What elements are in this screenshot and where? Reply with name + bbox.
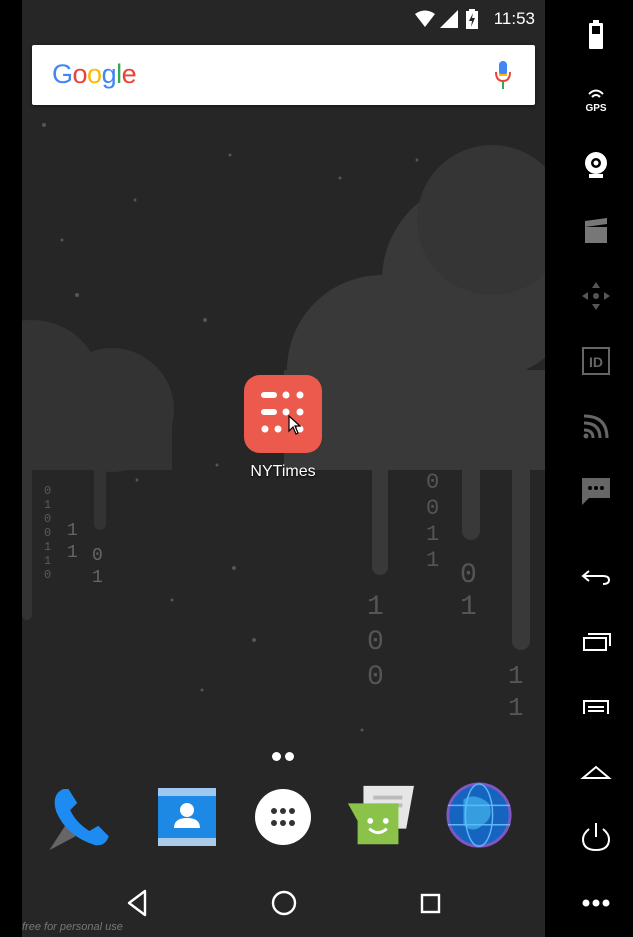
webcam-icon[interactable] <box>579 148 613 182</box>
home-icon[interactable] <box>579 756 613 790</box>
gps-label: GPS <box>585 103 606 114</box>
cast-icon[interactable] <box>579 408 613 442</box>
clapperboard-icon[interactable] <box>579 214 613 248</box>
nytimes-glyph-icon <box>261 391 304 433</box>
recents-icon[interactable] <box>579 624 613 658</box>
status-bar: 11:53 <box>22 0 545 38</box>
app-label: NYTimes <box>250 463 316 480</box>
logo-letter: g <box>101 59 117 89</box>
wallpaper-binary-column: 0 0 1 1 <box>426 470 440 573</box>
mouse-cursor-icon <box>288 415 302 435</box>
gps-icon[interactable]: GPS <box>579 84 613 118</box>
id-label: ID <box>589 354 603 370</box>
power-icon[interactable] <box>579 820 613 854</box>
id-icon[interactable]: ID <box>579 344 613 378</box>
device-screen: 0 1 0 0 1 1 0 1 1 0 1 1 0 0 0 0 1 1 0 1 … <box>22 0 545 937</box>
phone-icon[interactable] <box>44 782 114 852</box>
menu-icon[interactable] <box>579 690 613 724</box>
page-dot <box>272 752 281 761</box>
back-icon[interactable] <box>579 560 613 594</box>
microphone-icon[interactable] <box>495 61 511 89</box>
watermark-text: free for personal use <box>22 921 123 933</box>
logo-letter: o <box>87 59 102 89</box>
browser-icon[interactable] <box>444 782 514 852</box>
google-logo: Google <box>52 59 137 90</box>
home-icon[interactable] <box>270 888 298 918</box>
battery-charging-icon <box>466 9 478 29</box>
app-drawer-icon[interactable] <box>248 782 318 852</box>
left-bezel <box>0 0 22 937</box>
status-time: 11:53 <box>493 9 535 28</box>
messaging-icon[interactable] <box>344 782 414 852</box>
wallpaper-binary-column: 0 1 <box>92 546 103 588</box>
wallpaper-binary-column: 1 0 0 <box>367 592 384 693</box>
recents-icon[interactable] <box>420 888 442 918</box>
wallpaper-binary-column: 0 1 <box>460 560 477 623</box>
contacts-icon[interactable] <box>152 782 222 852</box>
more-options-icon[interactable] <box>579 886 613 920</box>
wallpaper-binary-column: 1 1 <box>508 661 524 723</box>
cell-signal-icon <box>440 10 458 28</box>
google-search-bar[interactable]: Google <box>32 45 535 105</box>
app-shortcut-nytimes[interactable]: NYTimes <box>244 375 322 481</box>
battery-icon[interactable] <box>579 18 613 52</box>
wallpaper-binary-column: 0 1 0 0 1 1 0 <box>44 484 52 582</box>
logo-letter: e <box>121 59 137 89</box>
wallpaper-binary-column: 1 1 <box>67 521 78 563</box>
dpad-icon[interactable] <box>579 279 613 313</box>
logo-letter: o <box>72 59 88 89</box>
emulator-toolbar: GPS ID <box>545 0 633 937</box>
back-icon[interactable] <box>126 888 148 918</box>
logo-letter: G <box>52 59 73 89</box>
nytimes-app-icon[interactable] <box>244 375 322 453</box>
page-dot <box>285 752 294 761</box>
sms-icon[interactable] <box>579 474 613 508</box>
page-indicator <box>272 748 298 766</box>
wifi-icon <box>415 10 435 27</box>
